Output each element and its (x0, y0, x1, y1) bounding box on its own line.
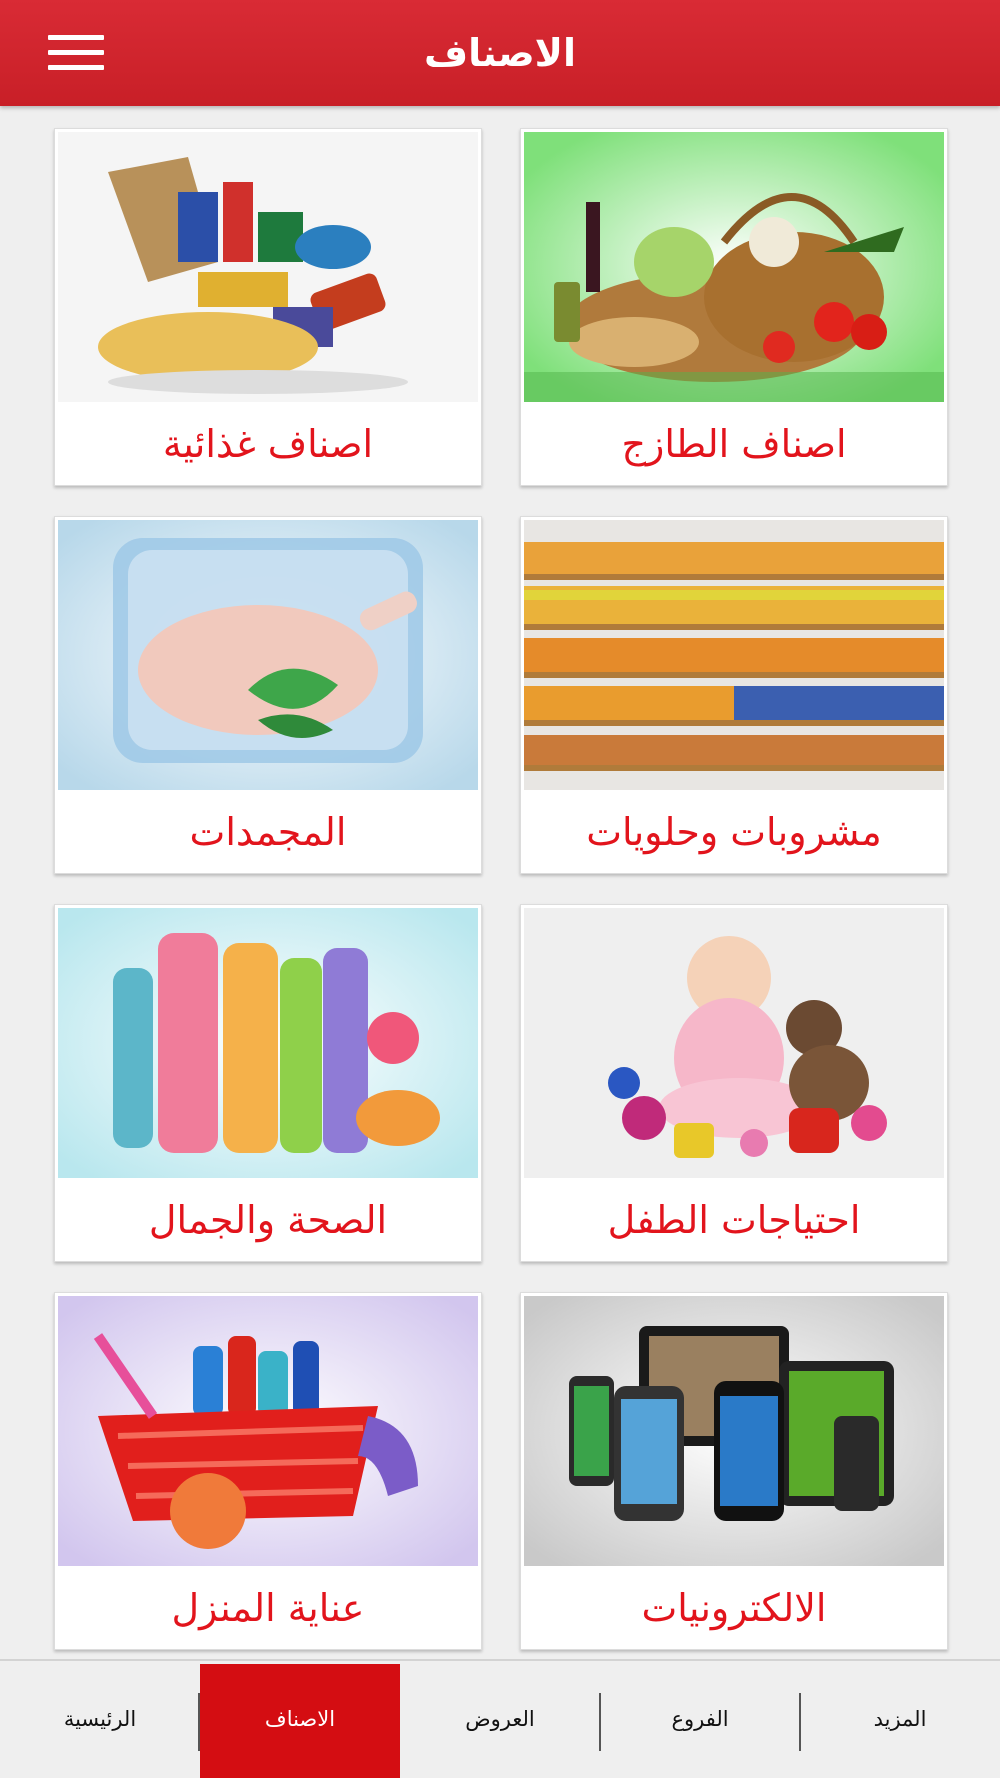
nav-tab-offers[interactable]: العروض (400, 1661, 600, 1778)
category-label: الالكترونيات (641, 1586, 827, 1630)
cosmetic-bottles-image (58, 908, 478, 1178)
beverage-shelves-image (524, 520, 944, 790)
frozen-chicken-ice-cube-image (58, 520, 478, 790)
category-card-electronics[interactable]: الالكترونيات (520, 1292, 948, 1650)
category-card-health[interactable]: الصحة والجمال (54, 904, 482, 1262)
phones-tablets-image (524, 1296, 944, 1566)
category-label: اصناف الطازج (621, 422, 847, 466)
baby-with-toys-image (524, 908, 944, 1178)
category-card-home-care[interactable]: عناية المنزل (54, 1292, 482, 1650)
nav-tab-home[interactable]: الرئيسية (0, 1661, 200, 1778)
cleaning-supplies-basket-image (58, 1296, 478, 1566)
nav-tab-categories[interactable]: الاصناف (200, 1664, 400, 1778)
category-card-food[interactable]: اصناف غذائية (54, 128, 482, 486)
category-card-baby[interactable]: احتياجات الطفل (520, 904, 948, 1262)
category-card-frozen[interactable]: المجمدات (54, 516, 482, 874)
category-card-beverages[interactable]: مشروبات وحلويات (520, 516, 948, 874)
nav-tab-branches[interactable]: الفروع (600, 1661, 800, 1778)
category-card-fresh[interactable]: اصناف الطازج (520, 128, 948, 486)
grocery-bag-food-items-image (58, 132, 478, 402)
category-label: الصحة والجمال (148, 1198, 388, 1242)
bottom-navigation: المزيد الفروع العروض الاصناف الرئيسية (0, 1659, 1000, 1778)
category-label: مشروبات وحلويات (586, 810, 882, 854)
fresh-produce-basket-image (524, 132, 944, 402)
page-title: الاصناف (424, 31, 576, 75)
nav-tab-more[interactable]: المزيد (800, 1661, 1000, 1778)
category-label: عناية المنزل (171, 1586, 365, 1630)
category-label: اصناف غذائية (162, 422, 374, 466)
category-label: احتياجات الطفل (607, 1198, 861, 1242)
app-bar: الاصناف (0, 0, 1000, 106)
category-label: المجمدات (189, 810, 347, 854)
